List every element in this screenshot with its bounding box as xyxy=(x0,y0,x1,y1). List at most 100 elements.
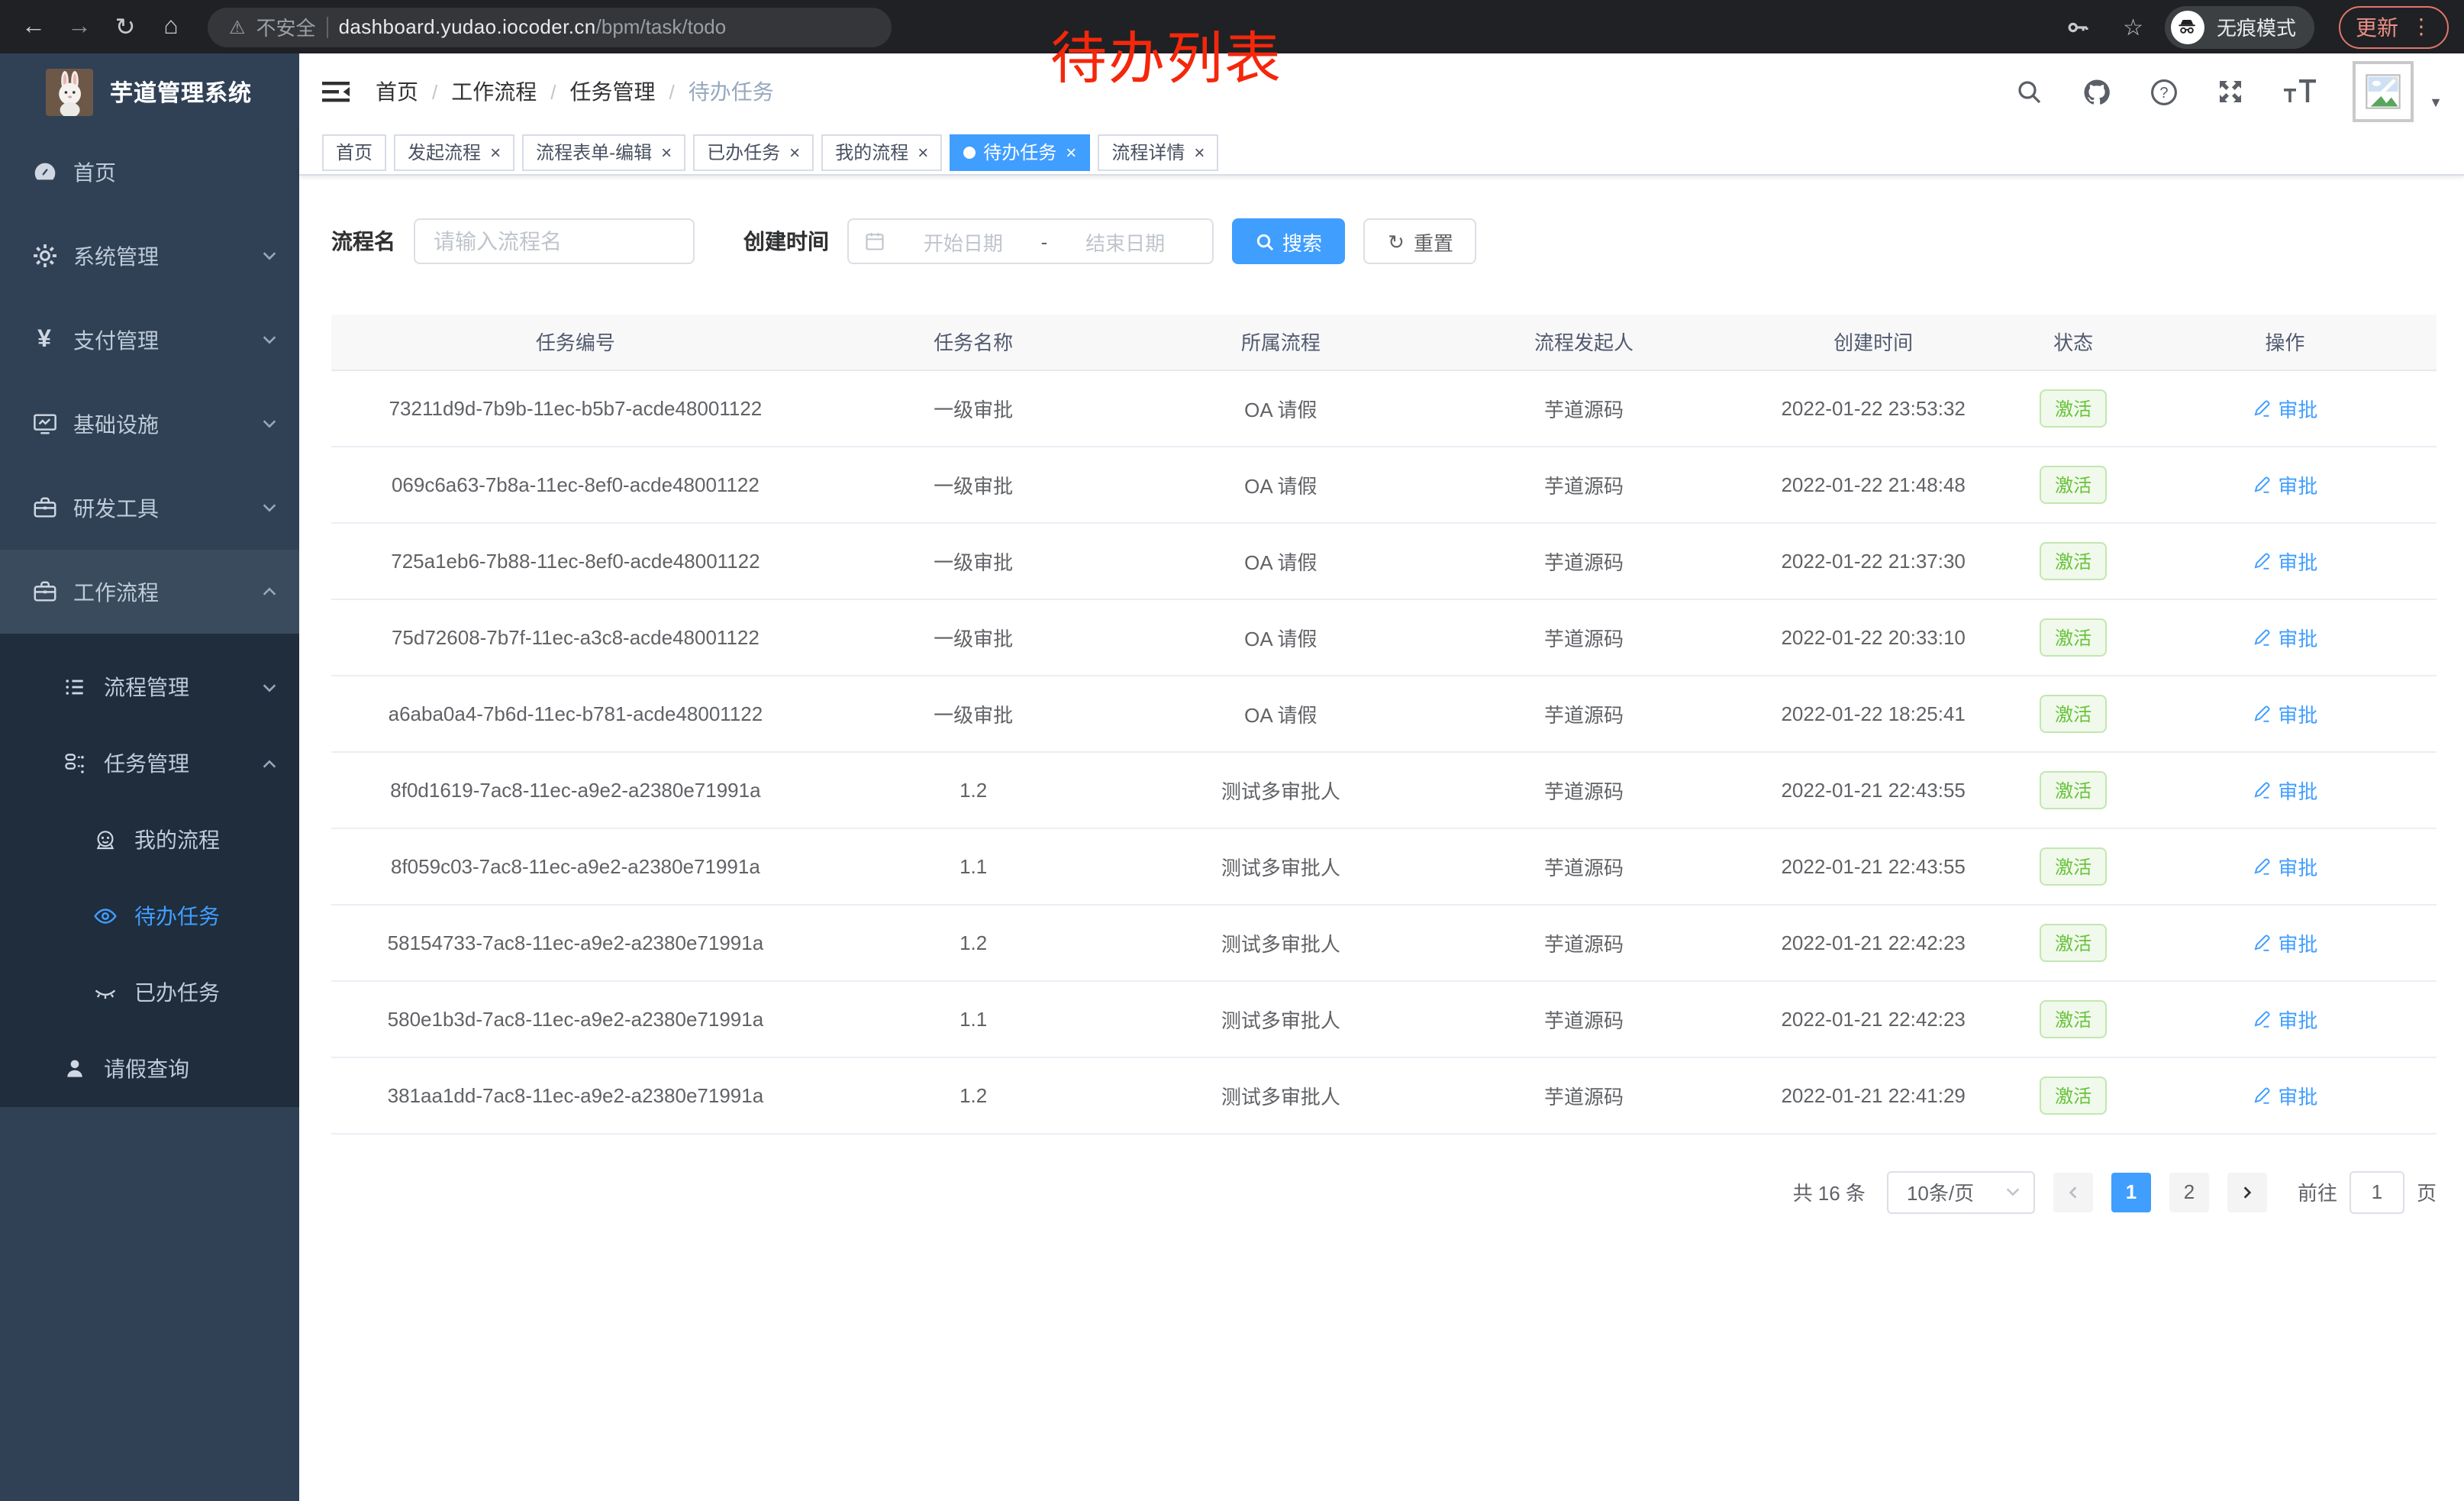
page-button-1[interactable]: 1 xyxy=(2111,1172,2151,1212)
tab-process-detail[interactable]: 流程详情 × xyxy=(1098,134,1218,170)
close-icon[interactable]: × xyxy=(1194,143,1205,161)
sidebar-item-workflow[interactable]: 工作流程 xyxy=(0,550,299,634)
approve-link[interactable]: 审批 xyxy=(2252,393,2317,422)
chevron-down-icon xyxy=(261,415,278,432)
page-size-select[interactable]: 10条/页 xyxy=(1887,1170,2035,1213)
goto-page-input[interactable] xyxy=(2350,1170,2404,1213)
task-name: 一级审批 xyxy=(820,599,1127,675)
task-process: OA 请假 xyxy=(1127,599,1435,675)
sidebar-item-infra[interactable]: 基础设施 xyxy=(0,382,299,466)
sidebar-item-label: 待办任务 xyxy=(134,901,220,931)
sidebar-item-my-process[interactable]: 我的流程 xyxy=(0,802,299,878)
avatar[interactable] xyxy=(2353,61,2414,122)
sidebar-item-devtools[interactable]: 研发工具 xyxy=(0,466,299,550)
tab-done-tasks[interactable]: 已办任务 × xyxy=(693,134,814,170)
close-icon[interactable]: × xyxy=(918,143,928,161)
font-size-icon[interactable] xyxy=(2282,78,2319,105)
sidebar-item-label: 我的流程 xyxy=(134,825,220,855)
sidebar-item-home[interactable]: 首页 xyxy=(0,130,299,214)
approve-link[interactable]: 审批 xyxy=(2252,1004,2317,1033)
browser-update-button[interactable]: 更新 ⋮ xyxy=(2339,5,2449,48)
prev-page-button[interactable] xyxy=(2053,1172,2093,1212)
approve-link[interactable]: 审批 xyxy=(2252,928,2317,957)
page-button-2[interactable]: 2 xyxy=(2169,1172,2209,1212)
sidebar-item-leave-query[interactable]: 请假查询 xyxy=(0,1031,299,1107)
tab-my-process[interactable]: 我的流程 × xyxy=(821,134,942,170)
home-icon[interactable]: ⌂ xyxy=(153,8,189,45)
fullscreen-icon[interactable] xyxy=(2215,76,2246,107)
approve-link[interactable]: 审批 xyxy=(2252,622,2317,651)
breadcrumb-item[interactable]: 首页 xyxy=(376,76,418,107)
bookmark-star-icon[interactable]: ☆ xyxy=(2123,13,2143,40)
sidebar-collapse-icon[interactable] xyxy=(321,76,351,107)
reload-icon[interactable]: ↻ xyxy=(107,8,144,45)
sidebar-item-payment[interactable]: ¥ 支付管理 xyxy=(0,298,299,382)
approve-link[interactable]: 审批 xyxy=(2252,546,2317,575)
close-icon[interactable]: × xyxy=(661,143,672,161)
chevron-down-icon xyxy=(261,499,278,516)
url-path: /bpm/task/todo xyxy=(596,15,727,38)
reset-button[interactable]: ↻ 重置 xyxy=(1363,218,1476,264)
col-status: 状态 xyxy=(2014,315,2133,370)
task-time: 2022-01-22 21:37:30 xyxy=(1734,522,2014,599)
task-id: 73211d9d-7b9b-11ec-b5b7-acde48001122 xyxy=(331,370,820,446)
back-icon[interactable]: ← xyxy=(15,8,52,45)
forward-icon[interactable]: → xyxy=(61,8,98,45)
breadcrumb-item[interactable]: 任务管理 xyxy=(570,76,656,107)
sidebar-item-system[interactable]: 系统管理 xyxy=(0,214,299,298)
edit-pencil-icon xyxy=(2252,550,2272,570)
tab-start-process[interactable]: 发起流程 × xyxy=(394,134,514,170)
approve-link[interactable]: 审批 xyxy=(2252,470,2317,499)
app-logo xyxy=(46,68,93,115)
approve-label: 审批 xyxy=(2278,470,2317,499)
tab-label: 流程详情 xyxy=(1111,139,1185,165)
date-range-picker[interactable]: 开始日期 - 结束日期 xyxy=(847,218,1214,264)
sidebar-item-todo-tasks[interactable]: 待办任务 xyxy=(0,878,299,954)
search-button[interactable]: 搜索 xyxy=(1232,218,1345,264)
close-icon[interactable]: × xyxy=(490,143,501,161)
sidebar-item-process-mgmt[interactable]: 流程管理 xyxy=(0,649,299,725)
approve-label: 审批 xyxy=(2278,699,2317,728)
chevron-up-icon xyxy=(261,755,278,772)
col-starter: 流程发起人 xyxy=(1434,315,1734,370)
process-name-input[interactable] xyxy=(414,218,695,264)
close-icon[interactable]: × xyxy=(789,143,800,161)
eye-icon xyxy=(92,902,119,930)
help-icon[interactable]: ? xyxy=(2148,76,2179,107)
github-icon[interactable] xyxy=(2081,76,2111,107)
address-bar[interactable]: ⚠ 不安全 dashboard.yudao.iocoder.cn/bpm/tas… xyxy=(208,7,892,47)
app-logo-row[interactable]: 芋道管理系统 xyxy=(0,53,299,130)
browser-menu-icon[interactable]: ⋮ xyxy=(2411,14,2432,40)
edit-pencil-icon xyxy=(2252,474,2272,494)
approve-link[interactable]: 审批 xyxy=(2252,851,2317,880)
task-id: 75d72608-7b7f-11ec-a3c8-acde48001122 xyxy=(331,599,820,675)
tab-todo-tasks[interactable]: 待办任务 × xyxy=(950,134,1090,170)
approve-link[interactable]: 审批 xyxy=(2252,699,2317,728)
edit-pencil-icon xyxy=(2252,856,2272,876)
next-page-button[interactable] xyxy=(2227,1172,2267,1212)
edit-pencil-icon xyxy=(2252,703,2272,723)
approve-link[interactable]: 审批 xyxy=(2252,775,2317,804)
approve-link[interactable]: 审批 xyxy=(2252,1080,2317,1109)
task-id: 069c6a63-7b8a-11ec-8ef0-acde48001122 xyxy=(331,446,820,522)
sidebar-item-done-tasks[interactable]: 已办任务 xyxy=(0,954,299,1031)
breadcrumb-item-current: 待办任务 xyxy=(689,76,774,107)
sidebar-item-label: 基础设施 xyxy=(73,408,159,439)
breadcrumb-item[interactable]: 工作流程 xyxy=(451,76,537,107)
task-starter: 芋道源码 xyxy=(1434,828,1734,904)
approve-label: 审批 xyxy=(2278,1080,2317,1109)
tab-home[interactable]: 首页 xyxy=(322,134,386,170)
password-key-icon[interactable] xyxy=(2065,15,2089,39)
task-id: a6aba0a4-7b6d-11ec-b781-acde48001122 xyxy=(331,675,820,751)
task-name: 1.2 xyxy=(820,904,1127,980)
breadcrumb-separator: / xyxy=(669,80,675,103)
avatar-caret-icon[interactable]: ▼ xyxy=(2429,95,2443,110)
tab-process-form-edit[interactable]: 流程表单-编辑 × xyxy=(522,134,685,170)
task-name: 一级审批 xyxy=(820,522,1127,599)
edit-pencil-icon xyxy=(2252,932,2272,952)
task-time: 2022-01-21 22:43:55 xyxy=(1734,828,2014,904)
col-create-time: 创建时间 xyxy=(1734,315,2014,370)
close-icon[interactable]: × xyxy=(1066,143,1076,161)
search-icon[interactable] xyxy=(2014,76,2044,107)
sidebar-item-task-mgmt[interactable]: 任务管理 xyxy=(0,725,299,802)
